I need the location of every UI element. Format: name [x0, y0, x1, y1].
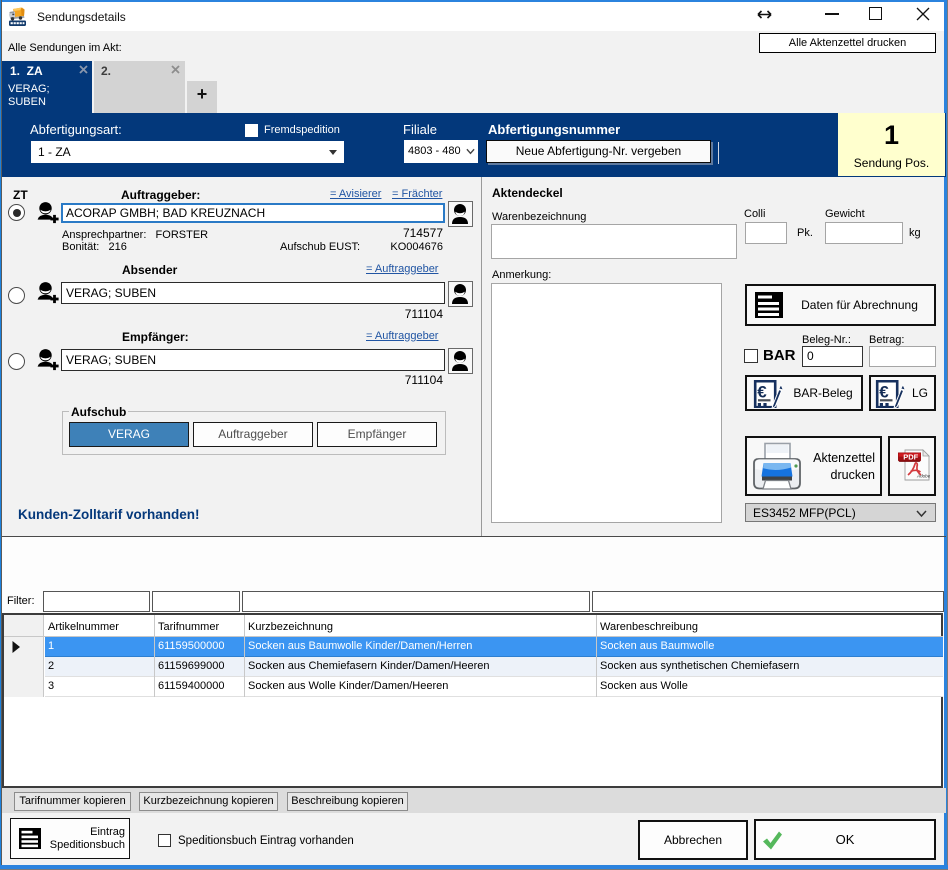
- svg-text:€: €: [879, 383, 889, 402]
- svg-text:€: €: [757, 383, 767, 402]
- svg-text:PDF: PDF: [903, 453, 918, 462]
- svg-text:Adobe: Adobe: [916, 474, 930, 479]
